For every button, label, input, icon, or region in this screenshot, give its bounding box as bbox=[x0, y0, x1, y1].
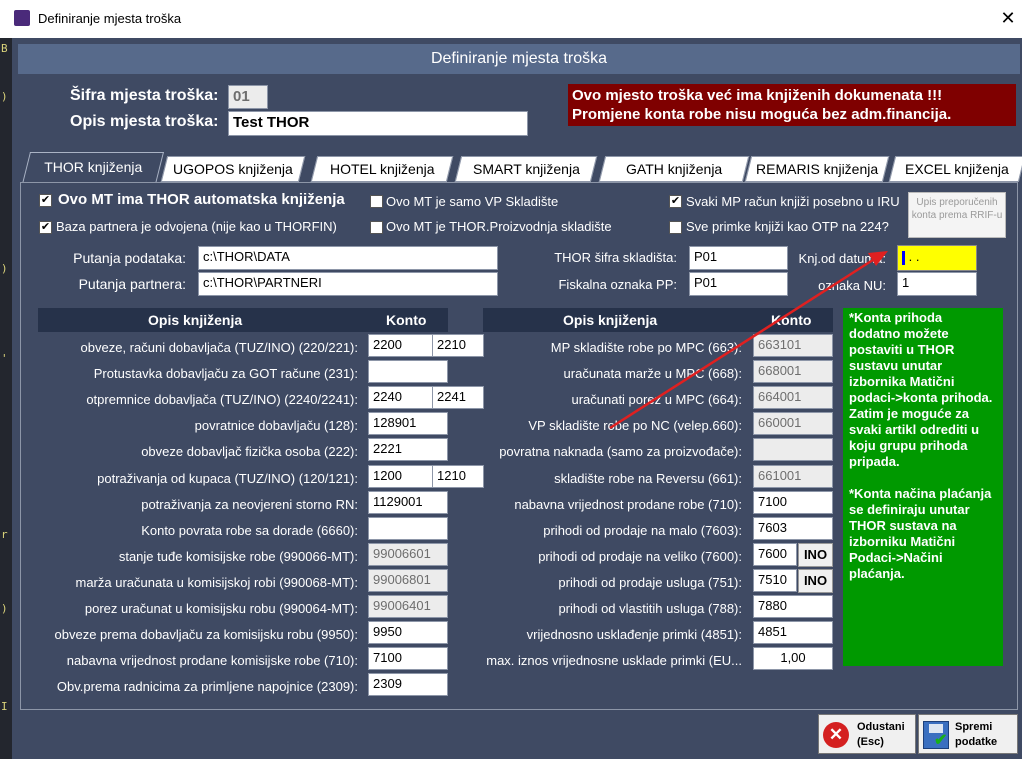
cancel-icon: ✕ bbox=[823, 722, 849, 748]
arrow-line bbox=[609, 256, 877, 430]
save-label-1: Spremi bbox=[955, 721, 993, 733]
cancel-label-2: (Esc) bbox=[857, 736, 884, 748]
cancel-button[interactable]: ✕ Odustani (Esc) bbox=[818, 714, 916, 754]
cancel-label-1: Odustani bbox=[857, 721, 905, 733]
red-arrow-annotation bbox=[609, 251, 888, 430]
save-icon: ✔ bbox=[923, 721, 949, 749]
save-button[interactable]: ✔ Spremi podatke bbox=[918, 714, 1018, 754]
save-label-2: podatke bbox=[955, 736, 998, 748]
arrow-head bbox=[868, 251, 888, 266]
